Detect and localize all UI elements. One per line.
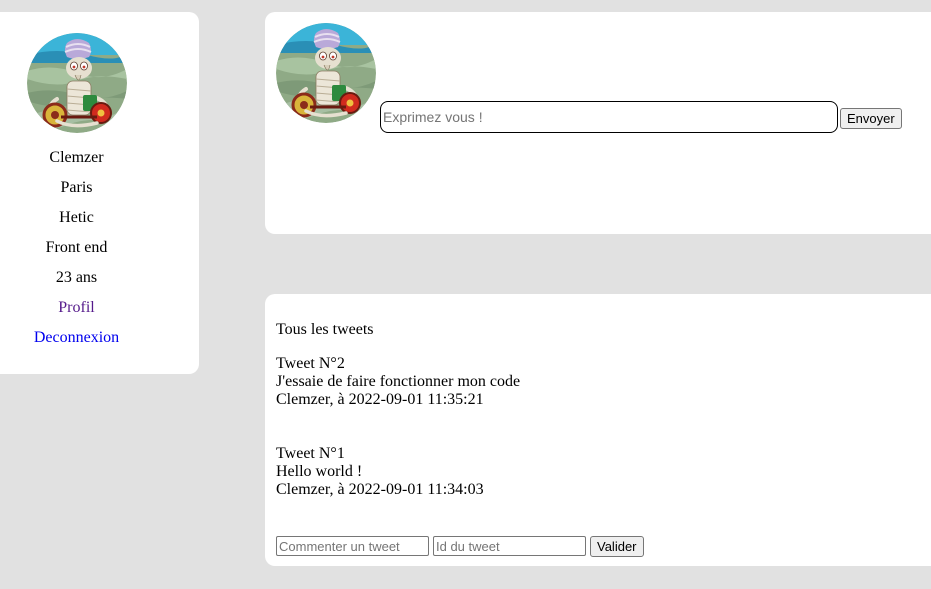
send-button[interactable]: Envoyer: [840, 108, 902, 129]
tweets-feed: Tous les tweets Tweet N°2 J'essaie de fa…: [265, 294, 931, 566]
profile-link[interactable]: Profil: [58, 299, 94, 316]
compose-card: Envoyer: [265, 12, 931, 234]
profile-city: Paris: [60, 179, 93, 196]
tweet-meta: Clemzer, à 2022-09-01 11:35:21: [276, 391, 484, 408]
tweet-item: Tweet N°1 Hello world ! Clemzer, à 2022-…: [276, 445, 484, 499]
profile-age: 23 ans: [55, 269, 98, 286]
avatar: [27, 33, 127, 133]
profile-sidebar: Clemzer Paris Hetic Front end 23 ans Pro…: [0, 12, 199, 374]
tweet-title: Tweet N°1: [276, 445, 345, 462]
tweet-title: Tweet N°2: [276, 355, 345, 372]
compose-avatar-image: [276, 23, 376, 123]
feed-title: Tous les tweets: [276, 321, 374, 338]
tweet-input[interactable]: [380, 101, 838, 133]
tweet-content: Hello world !: [276, 463, 363, 480]
tweet-meta: Clemzer, à 2022-09-01 11:34:03: [276, 481, 484, 498]
avatar-image: [27, 33, 127, 133]
tweet-id-input[interactable]: [433, 536, 586, 556]
comment-form: Valider: [276, 535, 644, 557]
validate-button[interactable]: Valider: [590, 535, 644, 557]
logout-link-item: Deconnexion: [0, 328, 153, 358]
tweet-content: J'essaie de faire fonctionner mon code: [276, 373, 521, 390]
profile-job: Front end: [45, 239, 108, 256]
logout-link[interactable]: Deconnexion: [34, 329, 119, 346]
tweet-item: Tweet N°2 J'essaie de faire fonctionner …: [276, 355, 520, 409]
comment-input[interactable]: [276, 536, 429, 556]
profile-info-list: Clemzer Paris Hetic Front end 23 ans Pro…: [0, 148, 153, 358]
profile-school: Hetic: [59, 209, 94, 226]
profile-link-item: Profil: [0, 298, 153, 328]
profile-username: Clemzer: [49, 149, 104, 166]
compose-avatar: [276, 23, 376, 123]
